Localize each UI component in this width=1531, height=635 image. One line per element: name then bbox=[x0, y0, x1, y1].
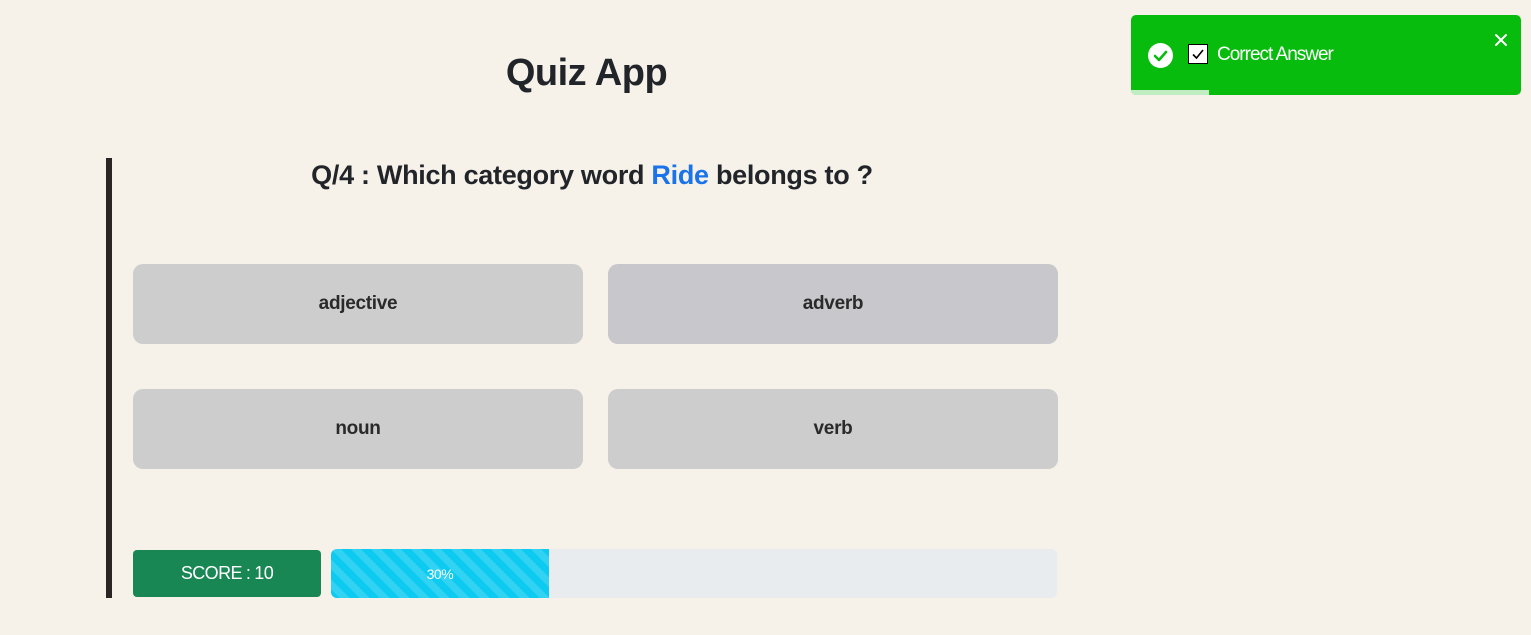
score-label: SCORE bbox=[180, 563, 243, 583]
option-button-noun[interactable]: noun bbox=[133, 389, 583, 469]
progress-fill: 30% bbox=[331, 549, 549, 598]
toast-notification[interactable]: Correct Answer bbox=[1131, 15, 1521, 95]
check-circle-icon bbox=[1148, 43, 1173, 68]
option-button-verb[interactable]: verb bbox=[608, 389, 1058, 469]
quiz-page: Quiz App Q/4 : Which category word Ride … bbox=[0, 0, 1531, 635]
close-icon[interactable] bbox=[1493, 32, 1509, 48]
progress-bar: 30% bbox=[331, 549, 1057, 598]
page-title: Quiz App bbox=[505, 52, 668, 94]
toast-progress-timer bbox=[1131, 90, 1209, 95]
option-button-adjective[interactable]: adjective bbox=[133, 264, 583, 344]
checkbox-checked-icon bbox=[1188, 44, 1208, 64]
progress-label: 30% bbox=[426, 565, 454, 582]
score-value: 10 bbox=[254, 563, 274, 583]
quiz-card: Q/4 : Which category word Ride belongs t… bbox=[106, 158, 1066, 598]
score-separator: : bbox=[245, 563, 251, 583]
score-badge: SCORE : 10 bbox=[133, 550, 321, 597]
question-word: Ride bbox=[651, 160, 709, 190]
option-button-adverb[interactable]: adverb bbox=[608, 264, 1058, 344]
question-prefix: Q/4 : Which category word bbox=[311, 160, 645, 190]
question-suffix: belongs to ? bbox=[715, 160, 873, 190]
toast-message: Correct Answer bbox=[1217, 44, 1334, 65]
question-text: Q/4 : Which category word Ride belongs t… bbox=[112, 160, 1072, 191]
